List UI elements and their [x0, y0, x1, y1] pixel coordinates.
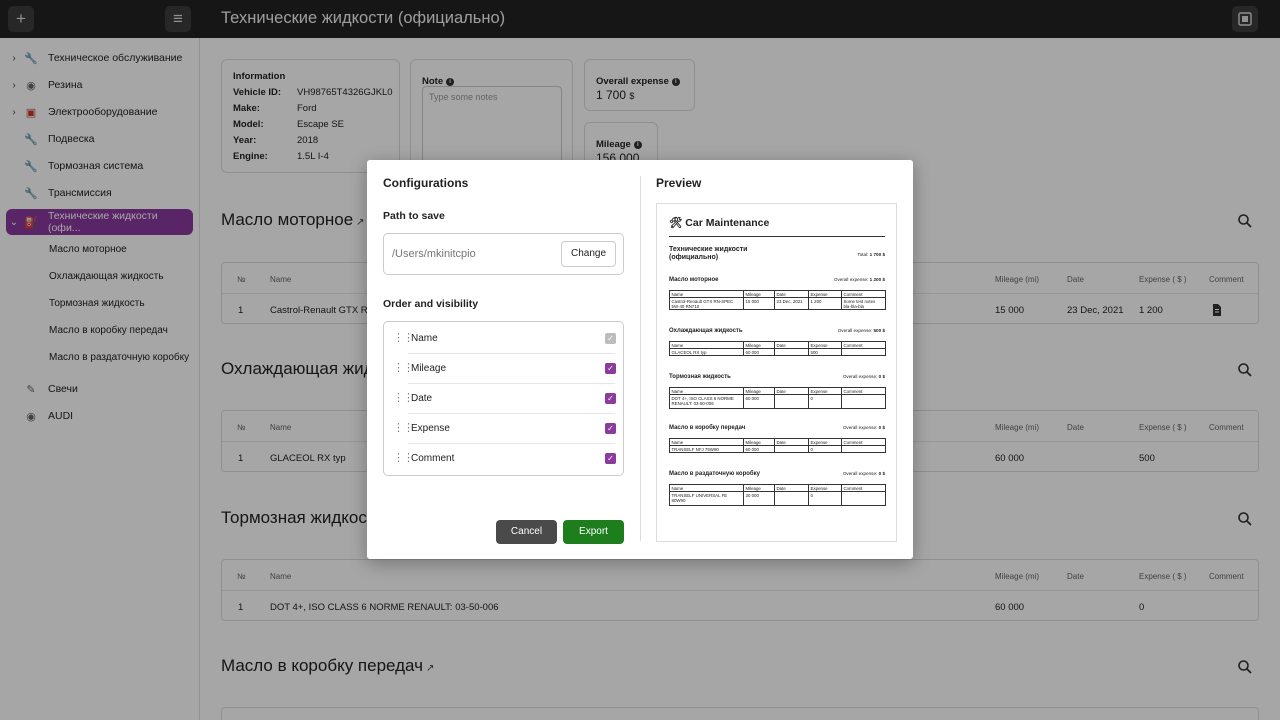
export-button[interactable]: Export [563, 520, 624, 544]
path-label: Path to save [383, 210, 445, 222]
checkbox[interactable]: ✓ [605, 393, 616, 404]
cancel-button[interactable]: Cancel [496, 520, 557, 544]
configurations-title: Configurations [383, 176, 469, 190]
drag-handle-icon[interactable]: ⋮⋮ [393, 331, 414, 344]
checkbox-disabled: ✓ [605, 333, 616, 344]
drag-handle-icon[interactable]: ⋮⋮ [393, 451, 414, 464]
preview-doc-title: Технические жидкости (официально) [669, 246, 748, 261]
change-path-button[interactable]: Change [561, 241, 616, 267]
drag-handle-icon[interactable]: ⋮⋮ [393, 391, 414, 404]
checkbox[interactable]: ✓ [605, 423, 616, 434]
column-row-expense[interactable]: ⋮⋮ Expense ✓ [384, 414, 623, 444]
path-value: /Users/mkinitcpio [392, 248, 476, 260]
divider [640, 176, 641, 541]
column-row-name[interactable]: ⋮⋮ Name ✓ [384, 324, 623, 354]
drag-handle-icon[interactable]: ⋮⋮ [393, 421, 414, 434]
preview-app-title: Car Maintenance [685, 217, 770, 229]
preview-section: Масло в коробку передач Overall expense: … [669, 425, 886, 453]
column-row-comment[interactable]: ⋮⋮ Comment ✓ [384, 444, 623, 474]
checkbox[interactable]: ✓ [605, 363, 616, 374]
export-dialog: Configurations Path to save /Users/mkini… [367, 160, 913, 559]
preview-section: Масло в раздаточную коробку Overall expen… [669, 471, 886, 515]
drag-handle-icon[interactable]: ⋮⋮ [393, 361, 414, 374]
preview-section: Охлаждающая жидкость Overall expense: 500… [669, 328, 886, 356]
preview-section: Масло моторное Overall expense: 1 200 $ N… [669, 277, 886, 310]
preview-title: Preview [656, 176, 702, 190]
column-row-mileage[interactable]: ⋮⋮ Mileage ✓ [384, 354, 623, 384]
order-visibility-label: Order and visibility [383, 298, 479, 310]
tools-icon: 🛠 [669, 217, 683, 229]
column-row-date[interactable]: ⋮⋮ Date ✓ [384, 384, 623, 414]
path-field[interactable]: /Users/mkinitcpio Change [383, 233, 624, 275]
checkbox[interactable]: ✓ [605, 453, 616, 464]
pdf-preview[interactable]: 🛠 Car Maintenance Технические жидкости (… [656, 203, 897, 542]
preview-section: Тормозная жидкость Overall expense: 0 $ N… [669, 374, 886, 418]
column-order-list: ⋮⋮ Name ✓ ⋮⋮ Mileage ✓ ⋮⋮ Date ✓ ⋮⋮ Expense ✓ ⋮⋮… [383, 321, 624, 476]
preview-total: Total: 1 700 $ [857, 252, 885, 257]
